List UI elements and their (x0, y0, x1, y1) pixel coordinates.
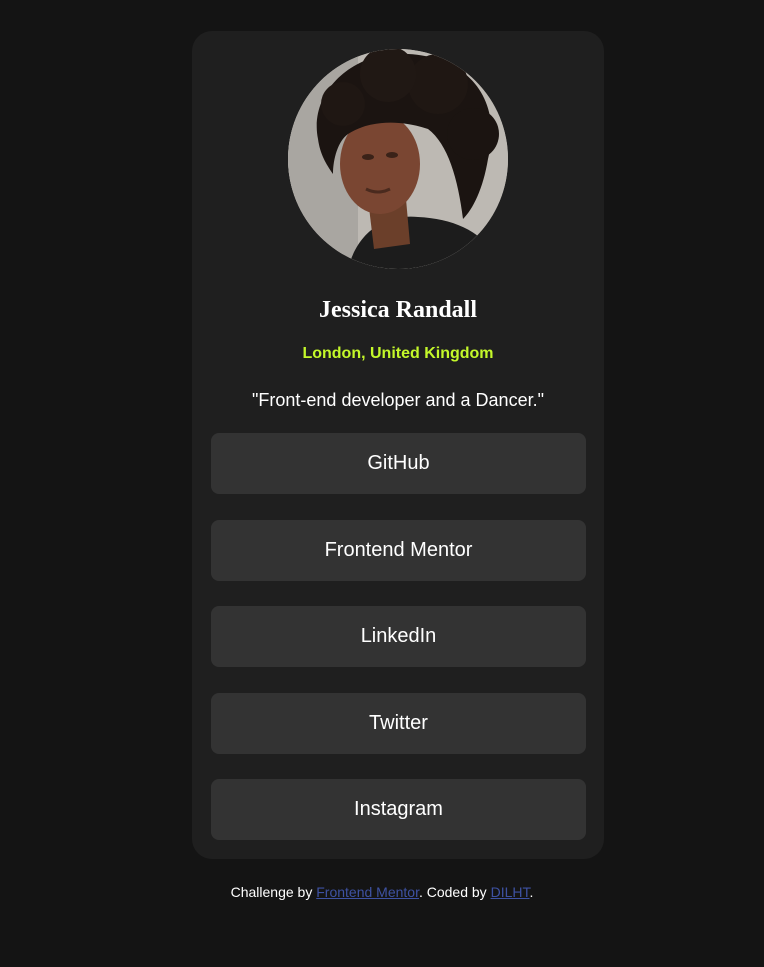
twitter-link-button[interactable]: Twitter (211, 692, 586, 754)
profile-location: London, United Kingdom (302, 345, 494, 362)
linkedin-link-button[interactable]: LinkedIn (211, 606, 586, 667)
profile-card: Jessica Randall London, United Kingdom "… (192, 31, 604, 859)
attribution-footer: Challenge by Frontend Mentor. Coded by D… (0, 882, 764, 902)
profile-bio: "Front-end developer and a Dancer." (252, 390, 544, 410)
author-footer-link[interactable]: DILHT (491, 884, 530, 900)
footer-middle: . Coded by (418, 884, 491, 900)
instagram-link-button[interactable]: Instagram (211, 779, 586, 840)
profile-name: Jessica Randall (318, 297, 477, 323)
github-link-button[interactable]: GitHub (211, 433, 586, 494)
footer-suffix: . (529, 884, 534, 900)
footer-prefix: Challenge by (230, 884, 317, 900)
avatar (288, 49, 508, 269)
social-links-list: GitHub Frontend Mentor LinkedIn Twitter … (211, 433, 586, 866)
frontend-mentor-link-button[interactable]: Frontend Mentor (211, 519, 586, 581)
frontend-mentor-footer-link[interactable]: Frontend Mentor (316, 884, 419, 900)
avatar-portrait-image (288, 49, 508, 269)
